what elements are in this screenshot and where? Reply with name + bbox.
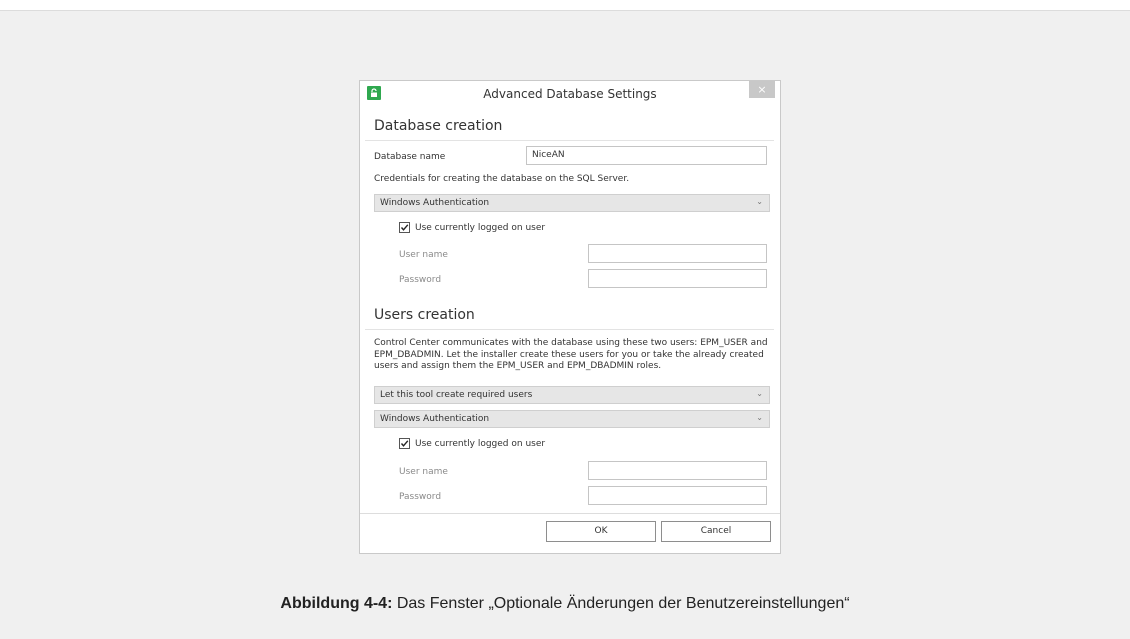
users-use-current-user-checkbox[interactable] [399,438,410,449]
cancel-button[interactable]: Cancel [661,521,771,542]
figure-caption-number: Abbildung 4-4: [280,595,393,612]
users-mode-select-value: Let this tool create required users [380,390,533,400]
database-name-label: Database name [374,152,446,162]
db-user-name-label: User name [399,250,448,260]
chevron-down-icon: ⌄ [756,197,763,206]
users-auth-select-value: Windows Authentication [380,414,490,424]
users-password-field[interactable] [588,486,767,505]
users-creation-heading: Users creation [374,307,475,323]
db-password-label: Password [399,275,442,285]
db-auth-select-value: Windows Authentication [380,198,490,208]
title-bar[interactable]: Advanced Database Settings × [360,81,780,108]
users-user-name-field[interactable] [588,461,767,480]
figure-caption-text: Das Fenster „Optionale Änderungen der Be… [392,595,850,612]
db-auth-select[interactable]: Windows Authentication ⌄ [374,194,770,212]
credentials-text: Credentials for creating the database on… [374,174,630,184]
users-user-name-label: User name [399,467,448,477]
users-description: Control Center communicates with the dat… [374,338,768,371]
database-creation-heading: Database creation [374,118,503,134]
advanced-database-settings-dialog: Advanced Database Settings × Database cr… [359,80,781,554]
db-use-current-user-checkbox[interactable] [399,222,410,233]
section-divider [365,329,774,330]
db-password-field[interactable] [588,269,767,288]
users-use-current-user-label: Use currently logged on user [415,439,546,449]
chevron-down-icon: ⌄ [756,389,763,398]
footer-divider [360,513,780,514]
chevron-down-icon: ⌄ [756,413,763,422]
users-password-label: Password [399,492,442,502]
database-name-field[interactable]: NiceAN [526,146,767,165]
db-use-current-user-label: Use currently logged on user [415,223,546,233]
db-user-name-field[interactable] [588,244,767,263]
users-auth-select[interactable]: Windows Authentication ⌄ [374,410,770,428]
close-button[interactable]: × [749,81,775,98]
section-divider [365,140,774,141]
dialog-title: Advanced Database Settings [483,87,657,101]
ok-button[interactable]: OK [546,521,656,542]
figure-caption: Abbildung 4-4: Das Fenster „Optionale Än… [0,595,1130,613]
users-mode-select[interactable]: Let this tool create required users ⌄ [374,386,770,404]
